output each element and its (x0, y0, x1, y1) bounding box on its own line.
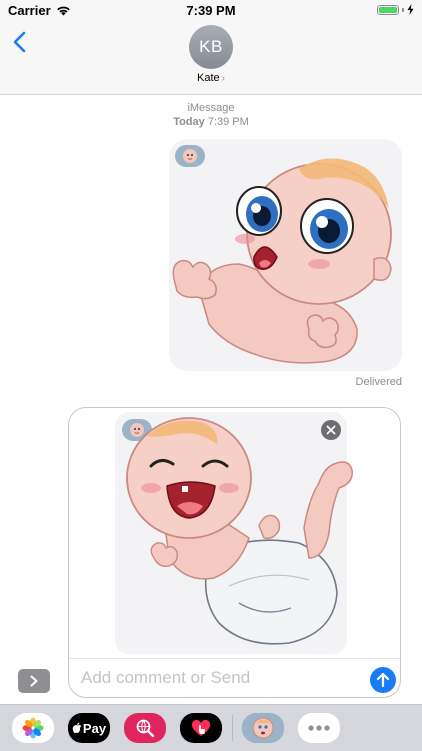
remove-attachment-button[interactable] (321, 420, 341, 440)
comment-input[interactable] (79, 663, 353, 693)
sent-sticker-message[interactable] (169, 139, 402, 371)
apple-pay-label: Pay (82, 720, 107, 736)
service-label: iMessage (187, 102, 235, 114)
status-time: 7:39 PM (186, 3, 236, 18)
message-timestamp: Today 7:39 PM (0, 116, 422, 128)
laughing-baby-sticker (126, 417, 353, 645)
close-icon (326, 425, 336, 435)
battery-indicator (377, 4, 414, 15)
battery-icon (377, 4, 399, 15)
more-apps-icon[interactable] (298, 713, 340, 743)
expand-apps-button[interactable] (18, 669, 50, 693)
timestamp-day: Today (173, 116, 205, 128)
battery-fill (379, 6, 397, 13)
images-search-app-icon[interactable] (124, 713, 166, 743)
chevron-right-small-icon: › (221, 73, 225, 84)
arrow-up-icon (376, 672, 390, 688)
contact-name: Kate (197, 72, 220, 84)
baby-sticker-app-icon[interactable] (242, 713, 284, 743)
globe-search-icon (136, 719, 155, 738)
timestamp-time: 7:39 PM (207, 116, 249, 128)
drawer-divider (232, 715, 233, 741)
charging-bolt-icon (407, 4, 414, 15)
apple-pay-app-icon[interactable]: Pay (68, 713, 110, 743)
contact-name-button[interactable]: Kate › (0, 72, 422, 84)
photos-app-icon[interactable] (12, 713, 54, 743)
chevron-left-icon[interactable] (10, 30, 30, 54)
status-bar: Carrier 7:39 PM (0, 0, 422, 22)
heart-touch-icon (191, 719, 211, 736)
conversation-header: KB Kate › (0, 22, 422, 95)
contact-avatar[interactable]: KB (189, 25, 233, 69)
apple-logo-icon (72, 722, 82, 733)
delivery-status: Delivered (355, 376, 402, 388)
chevron-right-icon (30, 675, 38, 687)
compose-box (68, 407, 401, 698)
app-drawer: Pay (0, 704, 422, 751)
crying-baby-sticker (172, 158, 392, 364)
send-button[interactable] (370, 667, 396, 693)
digital-touch-app-icon[interactable] (180, 713, 222, 743)
